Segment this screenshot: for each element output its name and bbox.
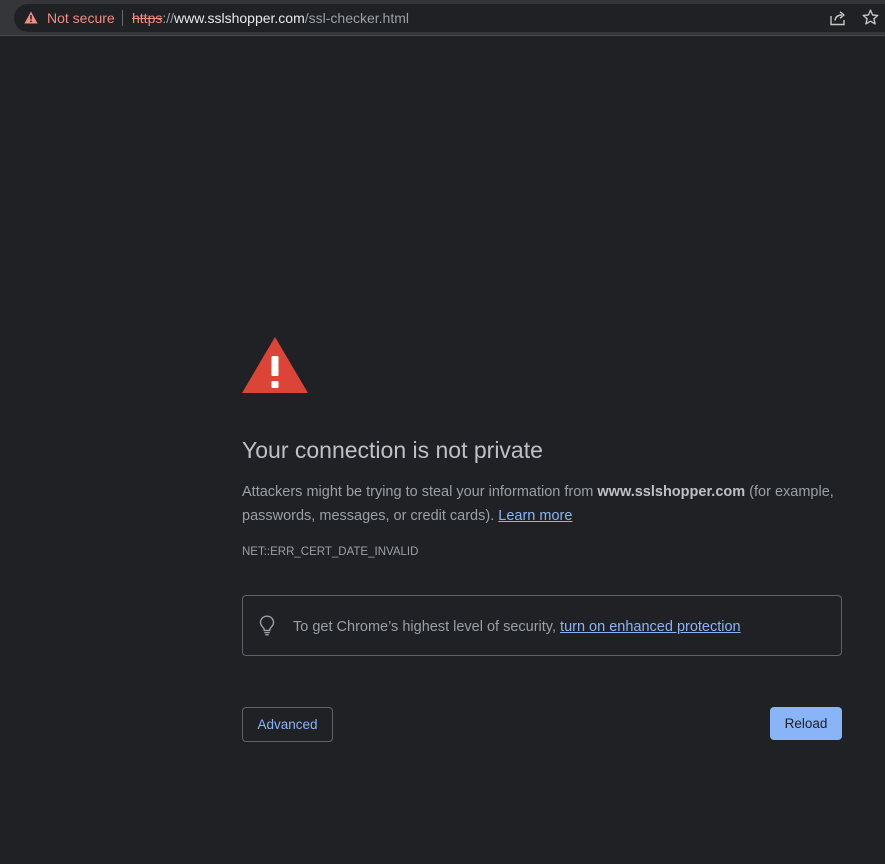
address-bar[interactable]: Not secure https://www.sslshopper.com/ss… [14,4,885,32]
protection-message: To get Chrome’s highest level of securit… [293,618,741,636]
message-text: Attackers might be trying to steal your … [242,484,598,500]
enhanced-protection-link[interactable]: turn on enhanced protection [560,619,741,635]
learn-more-link[interactable]: Learn more [498,508,572,524]
url-scheme: https [132,10,163,26]
not-secure-label[interactable]: Not secure [47,10,115,26]
advanced-button[interactable]: Advanced [242,707,333,742]
warning-icon[interactable] [24,11,38,24]
star-icon[interactable] [862,9,879,26]
url-host: www.sslshopper.com [174,10,305,26]
lightbulb-icon [259,615,275,636]
address-divider [122,10,123,26]
url-separator: :// [162,10,175,26]
enhanced-protection-box: To get Chrome’s highest level of securit… [242,595,842,656]
browser-toolbar: Not secure https://www.sslshopper.com/ss… [0,0,885,36]
protection-text: To get Chrome’s highest level of securit… [293,619,561,635]
page-title: Your connection is not private [242,437,543,463]
url-path: /ssl-checker.html [304,10,409,26]
share-icon[interactable] [829,10,847,26]
error-code: NET::ERR_CERT_DATE_INVALID [242,546,419,558]
warning-icon [242,337,308,393]
site-host: www.sslshopper.com [597,484,746,500]
url-text[interactable]: https://www.sslshopper.com/ssl-checker.h… [132,10,409,26]
warning-message: Attackers might be trying to steal your … [242,480,842,528]
reload-button[interactable]: Reload [770,707,842,740]
